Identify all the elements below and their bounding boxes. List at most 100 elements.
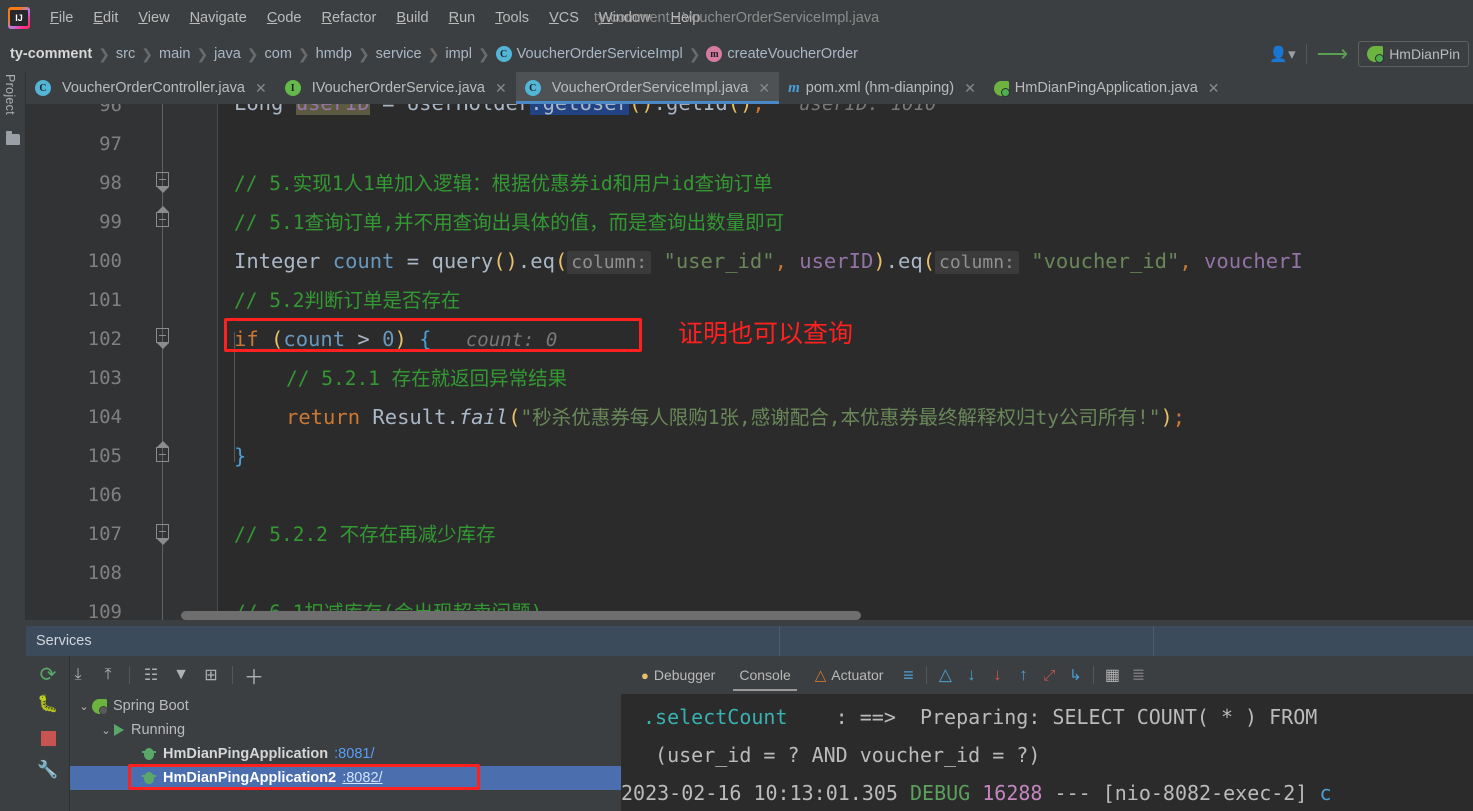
- line-number: 100: [26, 242, 122, 281]
- code-editor[interactable]: 96 97 98 99 100 101 102 103 104 105 106 …: [26, 104, 1473, 620]
- code-token: (: [923, 249, 935, 273]
- tab-voucher-order-service-impl[interactable]: C VoucherOrderServiceImpl.java ✕: [516, 72, 779, 104]
- tree-node-label: Running: [131, 722, 185, 738]
- fold-marker-icon[interactable]: [156, 328, 169, 343]
- show-execution-point-icon[interactable]: △: [932, 662, 958, 688]
- step-out-icon[interactable]: ↑: [1010, 662, 1036, 688]
- breadcrumb-item-method[interactable]: createVoucherOrder: [727, 46, 858, 62]
- tab-actuator[interactable]: △ Actuator: [803, 656, 896, 694]
- rerun-service-icon[interactable]: ⟳: [36, 662, 60, 686]
- add-icon[interactable]: ＋: [240, 661, 268, 689]
- collapse-all-icon[interactable]: ⤒: [94, 661, 122, 689]
- menu-edit[interactable]: Edit: [83, 7, 128, 29]
- code-token: UserHolder: [407, 104, 530, 115]
- line-number: 109: [26, 593, 122, 620]
- menu-build[interactable]: Build: [386, 7, 438, 29]
- update-project-icon[interactable]: ⟶: [1317, 43, 1349, 65]
- step-into-icon[interactable]: ↓: [984, 662, 1010, 688]
- breadcrumb-item-impl[interactable]: impl: [445, 46, 472, 62]
- maven-icon: m: [788, 80, 800, 97]
- close-icon[interactable]: ✕: [255, 80, 267, 97]
- line-number: 102: [26, 320, 122, 359]
- services-title[interactable]: Services: [26, 626, 780, 656]
- user-account-icon[interactable]: 👤▾: [1269, 45, 1295, 63]
- debug-service-icon[interactable]: 🐛: [36, 692, 60, 716]
- editor-horizontal-scrollbar[interactable]: [181, 611, 861, 620]
- tab-ivoucher-order-service[interactable]: I IVoucherOrderService.java ✕: [276, 72, 516, 104]
- evaluate-expression-icon[interactable]: ▦: [1099, 662, 1125, 688]
- folder-icon[interactable]: [6, 134, 20, 145]
- code-line-102: if (count > 0) { count: 0: [234, 320, 557, 359]
- close-icon[interactable]: ✕: [758, 80, 770, 97]
- console-tab-bar: ● Debugger Console △ Actuator ≡ △ ↓ ↓ ↑ …: [621, 656, 1473, 694]
- tree-node-running[interactable]: ⌄ Running: [70, 718, 621, 742]
- chevron-down-icon[interactable]: ⌄: [98, 724, 114, 737]
- console-output[interactable]: .selectCount : ==> Preparing: SELECT COU…: [621, 694, 1473, 811]
- menu-vcs[interactable]: VCS: [539, 7, 589, 29]
- tab-hmdianping-application[interactable]: HmDianPingApplication.java ✕: [985, 72, 1229, 104]
- tree-node-label: Spring Boot: [113, 698, 189, 714]
- code-token: = query: [394, 249, 493, 273]
- tree-node-hmdianpingapplication2[interactable]: HmDianPingApplication2 :8082/: [70, 766, 621, 790]
- parameter-hint: column:: [935, 251, 1019, 274]
- show-in-new-window-icon[interactable]: ⊞: [197, 661, 225, 689]
- menu-refactor[interactable]: Refactor: [312, 7, 387, 29]
- tab-debugger[interactable]: ● Debugger: [629, 656, 727, 694]
- breadcrumb-item-main[interactable]: main: [159, 46, 190, 62]
- code-line-104: return Result.fail("秒杀优惠券每人限购1张,感谢配合,本优惠…: [286, 398, 1185, 437]
- close-icon[interactable]: ✕: [495, 80, 507, 97]
- menu-run[interactable]: Run: [439, 7, 486, 29]
- services-tree[interactable]: ⌄ Spring Boot ⌄ Running HmDianPingApplic…: [70, 694, 621, 811]
- filter-icon[interactable]: ▼: [167, 661, 195, 689]
- tree-node-label: HmDianPingApplication: [163, 746, 328, 762]
- code-token: ): [873, 249, 885, 273]
- fold-marker-icon[interactable]: [156, 172, 169, 187]
- settings-icon[interactable]: ≣: [1125, 662, 1151, 688]
- menu-file[interactable]: File: [40, 7, 83, 29]
- code-text-layer[interactable]: Long userID = UserHolder.getUser().getId…: [218, 104, 1473, 620]
- console-token: 2023-02-16 10:13:01.305: [621, 781, 898, 805]
- services-header-segment-3: [1154, 626, 1473, 656]
- tab-voucher-order-controller[interactable]: C VoucherOrderController.java ✕: [26, 72, 276, 104]
- breadcrumb-item-project[interactable]: ty-comment: [10, 46, 92, 62]
- fold-marker-icon[interactable]: [156, 524, 169, 539]
- drop-frame-icon[interactable]: ⤢: [1036, 662, 1062, 688]
- code-token: Long: [234, 104, 296, 115]
- breadcrumb-item-com[interactable]: com: [265, 46, 292, 62]
- run-configuration-selector[interactable]: HmDianPin: [1358, 41, 1469, 67]
- fold-marker-icon[interactable]: [156, 447, 169, 462]
- settings-service-icon[interactable]: 🔧: [36, 758, 60, 782]
- service-port-link[interactable]: :8081/: [334, 746, 374, 762]
- tab-pom-xml[interactable]: m pom.xml (hm-dianping) ✕: [779, 72, 985, 104]
- intellij-idea-logo-icon: [8, 7, 30, 29]
- tree-node-spring-boot[interactable]: ⌄ Spring Boot: [70, 694, 621, 718]
- service-port-link[interactable]: :8082/: [342, 770, 382, 786]
- code-token: (): [728, 104, 753, 115]
- menu-tools[interactable]: Tools: [485, 7, 539, 29]
- code-token: (: [271, 327, 283, 351]
- tree-node-hmdianpingapplication[interactable]: HmDianPingApplication :8081/: [70, 742, 621, 766]
- code-token: "user_id": [651, 249, 774, 273]
- tab-label: Debugger: [654, 667, 716, 683]
- step-over-icon[interactable]: ↓: [958, 662, 984, 688]
- menu-code[interactable]: Code: [257, 7, 312, 29]
- chevron-down-icon[interactable]: ⌄: [76, 700, 92, 713]
- menu-navigate[interactable]: Navigate: [180, 7, 257, 29]
- fold-marker-icon[interactable]: [156, 212, 169, 227]
- sidebar-item-project[interactable]: Project: [3, 74, 17, 115]
- run-to-cursor-icon[interactable]: ↳: [1062, 662, 1088, 688]
- menu-view[interactable]: View: [128, 7, 179, 29]
- breadcrumb-item-java[interactable]: java: [214, 46, 241, 62]
- soft-wrap-icon[interactable]: ≡: [895, 662, 921, 688]
- close-icon[interactable]: ✕: [1208, 80, 1220, 97]
- group-by-icon[interactable]: ☷: [137, 661, 165, 689]
- breadcrumb-separator: ❯: [428, 46, 440, 63]
- breadcrumb-item-service[interactable]: service: [376, 46, 422, 62]
- code-token: (): [493, 249, 518, 273]
- breadcrumb-item-class[interactable]: VoucherOrderServiceImpl: [517, 46, 683, 62]
- close-icon[interactable]: ✕: [964, 80, 976, 97]
- breadcrumb-item-hmdp[interactable]: hmdp: [316, 46, 352, 62]
- stop-service-icon[interactable]: [36, 726, 60, 750]
- tab-console[interactable]: Console: [727, 656, 802, 694]
- breadcrumb-item-src[interactable]: src: [116, 46, 135, 62]
